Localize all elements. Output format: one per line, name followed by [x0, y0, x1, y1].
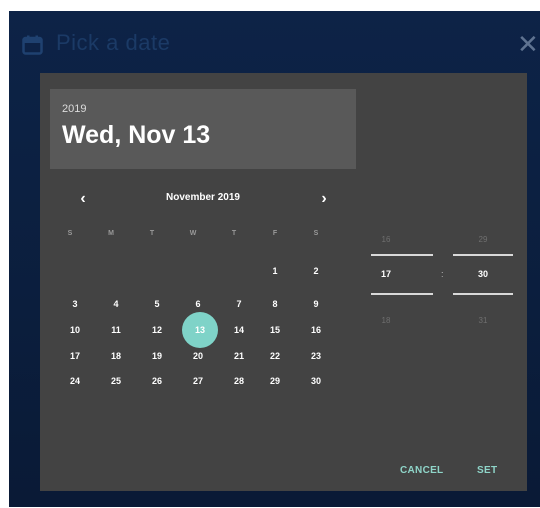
calendar-day[interactable]: 10: [60, 319, 90, 341]
hour-selected[interactable]: 17: [366, 269, 406, 279]
calendar-day[interactable]: 12: [142, 319, 172, 341]
time-separator: :: [441, 269, 444, 279]
weekday-label: S: [67, 230, 73, 237]
selected-date-label: Wed, Nov 13: [62, 121, 211, 149]
calendar-day[interactable]: 22: [260, 345, 290, 367]
minute-next[interactable]: 31: [463, 316, 503, 325]
calendar-day[interactable]: 5: [142, 293, 172, 315]
hour-next[interactable]: 18: [366, 316, 406, 325]
calendar-day[interactable]: 11: [101, 319, 131, 341]
calendar-day[interactable]: 14: [224, 319, 254, 341]
calendar-day[interactable]: 27: [183, 370, 213, 392]
dialog-title: Pick a date: [56, 30, 171, 55]
set-button[interactable]: SET: [477, 465, 497, 476]
calendar-day[interactable]: 9: [301, 293, 331, 315]
minute-selected[interactable]: 30: [463, 269, 503, 279]
calendar-day[interactable]: 29: [260, 370, 290, 392]
hour-divider-bottom: [371, 293, 433, 295]
calendar-day[interactable]: 21: [224, 345, 254, 367]
weekday-label: T: [149, 230, 155, 237]
calendar-day[interactable]: 26: [142, 370, 172, 392]
calendar-day[interactable]: 20: [183, 345, 213, 367]
calendar-day[interactable]: 28: [224, 370, 254, 392]
month-navigation: ‹ November 2019 ›: [50, 189, 356, 211]
date-picker-modal: Pick a date ✕ 2019 Wed, Nov 13 ‹ Novembe…: [9, 11, 540, 507]
calendar-day[interactable]: 17: [60, 345, 90, 367]
calendar-day[interactable]: 19: [142, 345, 172, 367]
calendar-day[interactable]: 6: [183, 293, 213, 315]
calendar-day[interactable]: 1: [260, 260, 290, 282]
calendar-day-selected[interactable]: 13: [185, 319, 215, 341]
calendar-icon: [22, 35, 43, 55]
picker-panel: 2019 Wed, Nov 13 ‹ November 2019 › S M T…: [40, 73, 527, 491]
close-icon[interactable]: ✕: [517, 31, 539, 57]
hour-divider-top: [371, 254, 433, 256]
calendar-day[interactable]: 25: [101, 370, 131, 392]
calendar-day[interactable]: 8: [260, 293, 290, 315]
calendar-day[interactable]: 30: [301, 370, 331, 392]
selected-date-header: 2019 Wed, Nov 13: [50, 89, 356, 169]
calendar-day[interactable]: 16: [301, 319, 331, 341]
weekday-label: M: [108, 230, 114, 237]
calendar-day[interactable]: 24: [60, 370, 90, 392]
calendar-day[interactable]: 4: [101, 293, 131, 315]
calendar-day[interactable]: 15: [260, 319, 290, 341]
calendar-day[interactable]: 2: [301, 260, 331, 282]
hour-previous[interactable]: 16: [366, 235, 406, 244]
calendar-day[interactable]: 3: [60, 293, 90, 315]
weekday-label: W: [189, 230, 197, 237]
cancel-button[interactable]: CANCEL: [400, 465, 443, 476]
calendar-day[interactable]: 7: [224, 293, 254, 315]
weekday-label: T: [231, 230, 237, 237]
weekday-label: S: [313, 230, 319, 237]
month-label: November 2019: [166, 192, 240, 203]
selected-year[interactable]: 2019: [62, 103, 86, 115]
next-month-button[interactable]: ›: [313, 189, 335, 211]
calendar-day[interactable]: 23: [301, 345, 331, 367]
minute-divider-top: [453, 254, 513, 256]
minute-previous[interactable]: 29: [463, 235, 503, 244]
minute-divider-bottom: [453, 293, 513, 295]
calendar-day[interactable]: 18: [101, 345, 131, 367]
weekday-label: F: [272, 230, 278, 237]
modal-header: Pick a date ✕: [9, 11, 540, 71]
